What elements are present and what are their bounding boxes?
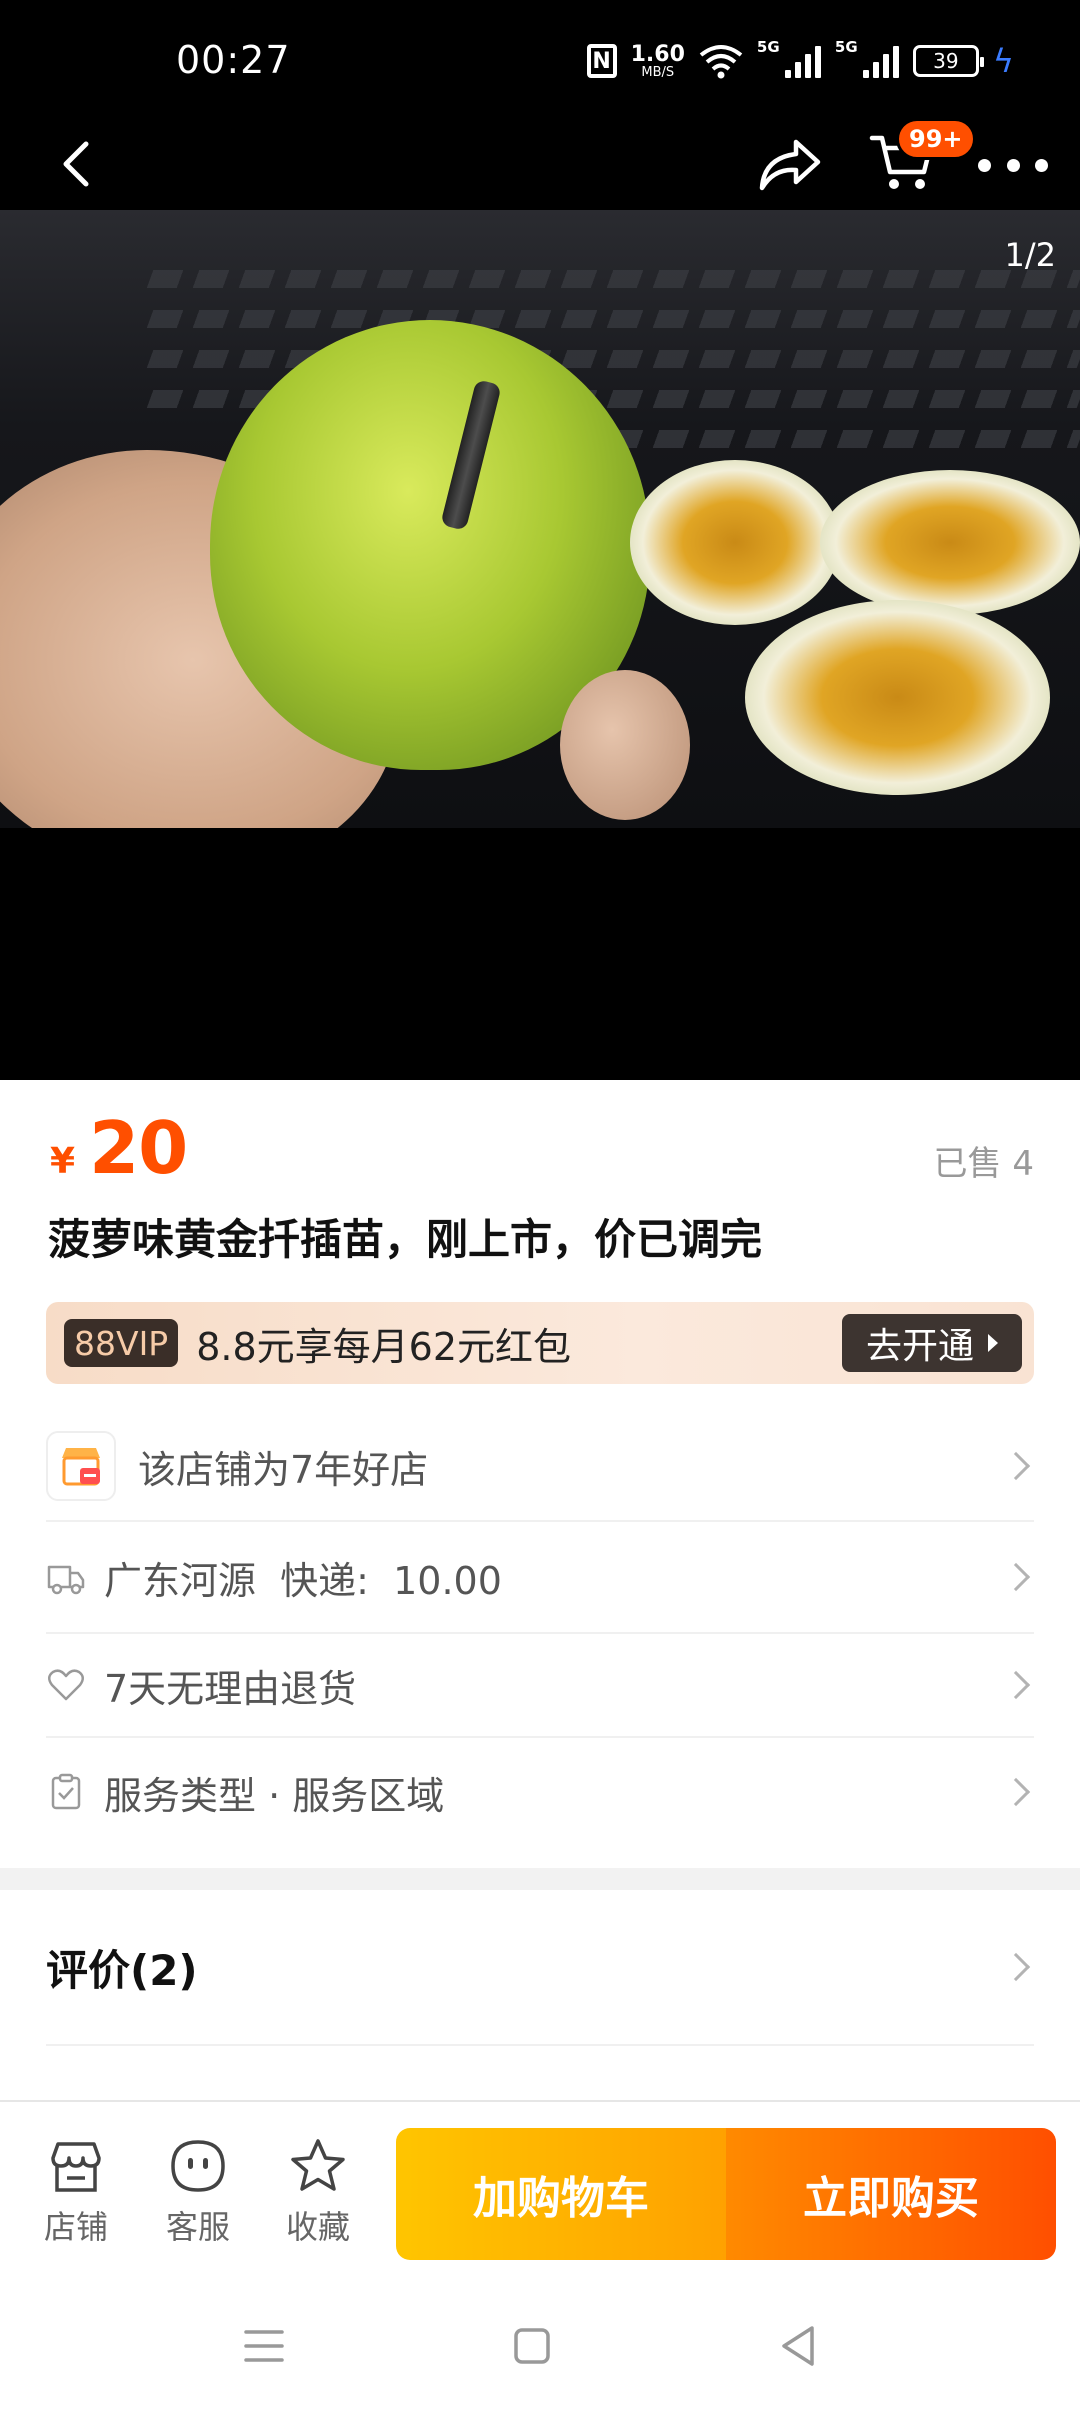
favorite-tab[interactable]: 收藏	[268, 2136, 368, 2248]
add-to-cart-button[interactable]: 加购物车	[396, 2128, 726, 2260]
home-icon[interactable]	[502, 2316, 562, 2376]
chevron-right-icon	[1001, 1670, 1031, 1700]
price-currency: ¥	[50, 1141, 76, 1182]
clipboard-check-icon	[51, 1773, 81, 1810]
vip-banner[interactable]: 88VIP 8.8元享每月62元红包 去开通	[46, 1302, 1034, 1384]
chevron-right-icon	[1001, 1777, 1031, 1807]
returns-row[interactable]: 7天无理由退货	[46, 1634, 1034, 1738]
wifi-icon	[699, 45, 743, 79]
chevron-right-icon	[1001, 1952, 1031, 1982]
store-tab-label: 店铺	[43, 2208, 108, 2246]
shipping-row[interactable]: 广东河源 快递: 10.00	[46, 1522, 1034, 1634]
nfc-icon: N	[586, 44, 617, 78]
customer-service-tab[interactable]: 客服	[148, 2136, 248, 2248]
chevron-right-icon	[988, 1334, 998, 1352]
section-divider	[0, 1868, 1080, 1890]
charging-icon: ϟ	[992, 42, 1014, 80]
shipping-text: 广东河源 快递: 10.00	[104, 1558, 502, 1603]
product-image-gallery[interactable]: 1/2	[0, 210, 1080, 1080]
vip-text: 8.8元享每月62元红包	[196, 1324, 571, 1369]
vip-activate-button[interactable]: 去开通	[842, 1314, 1022, 1372]
price-value: 20	[89, 1106, 188, 1190]
network-speed-unit: MB/S	[641, 64, 675, 80]
battery-icon: 39	[912, 45, 984, 77]
product-photo	[0, 210, 1080, 828]
top-nav-bar: 99+	[0, 118, 1080, 210]
heart-icon	[48, 1669, 84, 1701]
vip-activate-label: 去开通	[865, 1326, 974, 1367]
share-icon[interactable]	[756, 132, 824, 196]
customer-service-tab-label: 客服	[165, 2208, 230, 2246]
battery-level: 39	[933, 49, 959, 73]
system-navigation-bar	[0, 2280, 1080, 2412]
service-text: 服务类型 · 服务区域	[104, 1773, 445, 1818]
product-title: 菠萝味黄金扦插苗，刚上市，价已调完	[48, 1215, 763, 1264]
returns-text: 7天无理由退货	[104, 1666, 357, 1711]
signal-1-label: 5G	[756, 38, 780, 56]
network-speed-value: 1.60	[630, 41, 685, 67]
chevron-right-icon	[1001, 1451, 1031, 1481]
store-tab[interactable]: 店铺	[26, 2136, 126, 2248]
delivery-truck-icon	[47, 1565, 85, 1595]
service-row[interactable]: 服务类型 · 服务区域	[46, 1738, 1034, 1846]
chat-face-icon	[171, 2140, 225, 2192]
vip-tag: 88VIP	[64, 1319, 179, 1367]
favorite-tab-label: 收藏	[285, 2208, 350, 2246]
status-bar: 00:27 N 1.60 MB/S 5G 5G 39 ϟ	[0, 0, 1080, 120]
more-options-icon[interactable]	[978, 140, 1048, 190]
signal-2-label: 5G	[834, 38, 858, 56]
status-time: 00:27	[176, 38, 291, 82]
menu-icon[interactable]	[234, 2316, 294, 2376]
shop-rating-text: 该店铺为7年好店	[138, 1447, 429, 1492]
reviews-row[interactable]: 评价(2)	[46, 1890, 1034, 2046]
star-icon	[291, 2139, 345, 2191]
image-counter: 1/2	[1004, 236, 1057, 274]
network-speed: 1.60 MB/S	[630, 41, 685, 80]
status-icons: N 1.60 MB/S 5G 5G 39 ϟ	[586, 36, 1014, 86]
store-icon	[51, 2142, 101, 2192]
cart-count-badge: 99+	[896, 118, 976, 160]
price: ¥ 20	[50, 1106, 188, 1190]
signal-1-icon: 5G	[757, 38, 821, 78]
back-icon[interactable]	[48, 134, 108, 194]
bottom-action-bar: 店铺 客服 收藏 加购物车 立即购买	[0, 2100, 1080, 2280]
shop-rating-row[interactable]: 该店铺为7年好店	[46, 1412, 1034, 1522]
back-nav-icon[interactable]	[768, 2316, 828, 2376]
chevron-right-icon	[1001, 1562, 1031, 1592]
signal-2-icon: 5G	[835, 38, 899, 78]
store-badge-icon	[46, 1431, 116, 1501]
buy-now-button[interactable]: 立即购买	[726, 2128, 1056, 2260]
sold-count: 已售 4	[933, 1144, 1034, 1184]
reviews-label: 评价(2)	[46, 1945, 198, 1995]
